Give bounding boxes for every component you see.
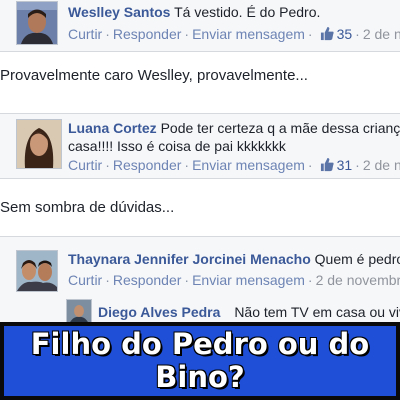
like-count[interactable]: 31 xyxy=(337,157,353,173)
comment-text: Pode ter certeza q a mãe dessa criança xyxy=(160,120,400,136)
comment-actions: Curtir · Responder · Enviar mensagem · 2 de no… xyxy=(68,272,400,288)
comment-author[interactable]: Luana Cortez xyxy=(68,120,157,136)
comment-body: Thaynara Jennifer Jorcinei Menacho Quem … xyxy=(68,250,400,268)
send-message-link[interactable]: Enviar mensagem xyxy=(192,157,305,173)
like-count[interactable]: 35 xyxy=(337,26,353,42)
thumbs-up-icon[interactable] xyxy=(320,157,335,172)
comment-card: Weslley Santos Tá vestido. É do Pedro. C… xyxy=(0,0,400,52)
like-link[interactable]: Curtir xyxy=(68,26,102,42)
caption-text: Sem sombra de dúvidas... xyxy=(0,199,175,216)
avatar-photo-icon xyxy=(67,300,91,324)
comment-body: Weslley Santos Tá vestido. É do Pedro. xyxy=(68,3,320,21)
comment-author[interactable]: Weslley Santos xyxy=(68,4,170,20)
headline-text: Filho do Pedro ou do Bino? xyxy=(30,327,370,394)
comment-text: Quem é pedro o xyxy=(314,251,400,267)
reply-body: Diego Alves Pedra Não tem TV em casa ou … xyxy=(98,303,400,321)
comment-text-line2: casa!!!! Isso é coisa de pai kkkkkkk xyxy=(68,138,286,154)
reply-text: Não tem TV em casa ou vive r xyxy=(234,304,400,320)
headline-banner: Filho do Pedro ou do Bino? xyxy=(0,322,400,400)
reply-link[interactable]: Responder xyxy=(113,272,182,288)
comment-text: Tá vestido. É do Pedro. xyxy=(174,4,321,20)
comment-date[interactable]: 2 de no xyxy=(363,26,400,42)
comment-card: Thaynara Jennifer Jorcinei Menacho Quem … xyxy=(0,236,400,334)
send-message-link[interactable]: Enviar mensagem xyxy=(192,26,305,42)
avatar[interactable] xyxy=(16,119,62,169)
comment-actions: Curtir · Responder · Enviar mensagem · 31 · 2 de… xyxy=(68,157,400,173)
comment-body: Luana Cortez Pode ter certeza q a mãe de… xyxy=(68,119,400,137)
comment-date[interactable]: 2 de novembro xyxy=(316,272,400,288)
like-link[interactable]: Curtir xyxy=(68,272,102,288)
comment-date[interactable]: 2 de no xyxy=(363,157,400,173)
caption-text: Provavelmente caro Weslley, provavelment… xyxy=(0,67,308,84)
avatar[interactable] xyxy=(16,250,58,292)
thumbs-up-icon[interactable] xyxy=(320,26,335,41)
comment-author[interactable]: Thaynara Jennifer Jorcinei Menacho xyxy=(68,251,311,267)
reply-author[interactable]: Diego Alves Pedra xyxy=(98,304,220,320)
avatar-photo-icon xyxy=(17,120,61,168)
avatar-photo-icon xyxy=(17,251,57,291)
comment-actions: Curtir · Responder · Enviar mensagem · 35 · 2 de… xyxy=(68,26,400,42)
send-message-link[interactable]: Enviar mensagem xyxy=(192,272,305,288)
reply-link[interactable]: Responder xyxy=(113,26,182,42)
reply-link[interactable]: Responder xyxy=(113,157,182,173)
avatar[interactable] xyxy=(16,1,58,45)
comment-card: Luana Cortez Pode ter certeza q a mãe de… xyxy=(0,113,400,179)
avatar-photo-icon xyxy=(17,2,57,44)
like-link[interactable]: Curtir xyxy=(68,157,102,173)
